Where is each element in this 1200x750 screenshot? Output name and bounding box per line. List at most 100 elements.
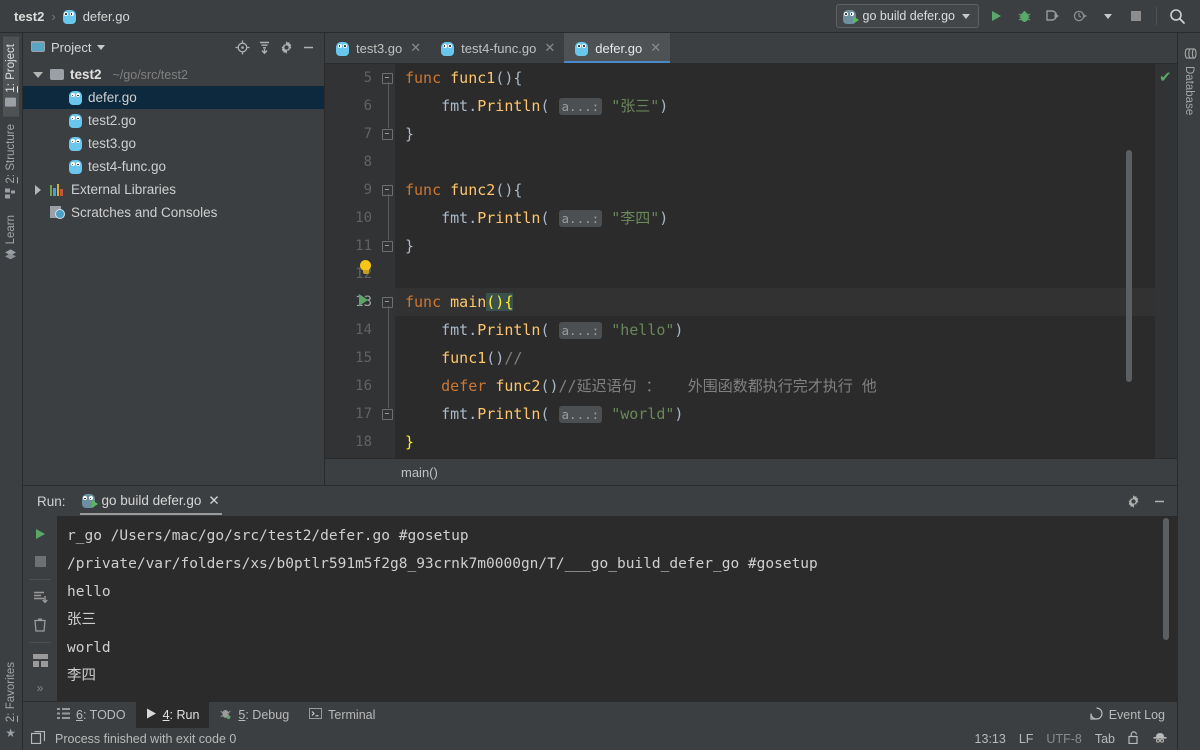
right-tool-rail: Database — [1177, 33, 1200, 750]
tree-row-scratches-and-consoles[interactable]: Scratches and Consoles — [23, 201, 324, 224]
code-line[interactable]: fmt.Println( a...: "张三") — [395, 92, 1155, 120]
tree-row-test2[interactable]: test2 ~/go/src/test2 — [23, 63, 324, 86]
gear-icon[interactable] — [276, 37, 296, 57]
fold-collapse-icon[interactable] — [382, 409, 393, 420]
caret-position[interactable]: 13:13 — [975, 732, 1006, 746]
sidebar-item-structure[interactable]: 2: Structure — [3, 117, 19, 208]
code-line[interactable] — [395, 260, 1155, 288]
code-token: func1 — [450, 69, 496, 87]
debug-icon[interactable] — [1013, 5, 1035, 27]
code-token: "hello" — [611, 321, 675, 339]
close-icon[interactable]: ✕ — [208, 493, 219, 509]
run-with-coverage-icon[interactable] — [1041, 5, 1063, 27]
left-rail-bottom-group: ★ 2: Favorites — [3, 655, 19, 746]
code-line[interactable]: func func1(){ — [395, 64, 1155, 92]
code-line[interactable]: func1()// — [395, 344, 1155, 372]
profiler-chevron-down-icon[interactable] — [1097, 5, 1119, 27]
code-area[interactable]: func func1(){ fmt.Println( a...: "张三") }… — [395, 64, 1155, 458]
run-panel-body: » r_go /Users/mac/go/src/test2/defer.go … — [23, 516, 1177, 701]
code-line[interactable]: } — [395, 120, 1155, 148]
run-session-tab[interactable]: go build defer.go ✕ — [76, 491, 224, 515]
chevron-down-icon[interactable] — [97, 44, 106, 50]
expand-arrow-icon[interactable] — [31, 71, 44, 78]
editor-gutter[interactable]: 5 6 7 8 9 10 11 12 13 14 15 16 17 18 — [325, 64, 381, 458]
stop-icon[interactable] — [27, 548, 53, 573]
run-icon[interactable] — [985, 5, 1007, 27]
tab-defer-go[interactable]: defer.go ✕ — [564, 33, 671, 63]
tree-row-test3-go[interactable]: test3.go — [23, 132, 324, 155]
code-line[interactable]: fmt.Println( a...: "world") — [395, 400, 1155, 428]
go-file-icon — [69, 159, 82, 174]
code-line[interactable]: func func2(){ — [395, 176, 1155, 204]
matched-brace: } — [405, 433, 415, 451]
stop-icon[interactable] — [1125, 5, 1147, 27]
console-line: world — [67, 640, 111, 656]
console-icon[interactable] — [30, 730, 46, 747]
hide-icon[interactable] — [298, 37, 318, 57]
sidebar-item-favorites[interactable]: ★ 2: Favorites — [3, 655, 19, 746]
parameter-hint: a...: — [558, 406, 603, 423]
fold-collapse-icon[interactable] — [382, 129, 393, 140]
code-line[interactable]: } — [395, 232, 1155, 260]
console-scrollbar[interactable] — [1163, 518, 1169, 640]
close-icon[interactable]: ✕ — [650, 40, 661, 56]
editor-breadcrumb-main[interactable]: main() — [401, 465, 438, 480]
locate-icon[interactable] — [232, 37, 252, 57]
file-encoding[interactable]: UTF-8 — [1046, 732, 1081, 746]
layout-icon[interactable] — [27, 648, 53, 673]
tool-window-run[interactable]: 4: Run — [135, 702, 210, 728]
tab-test4-func-go[interactable]: test4-func.go ✕ — [430, 33, 564, 63]
code-line[interactable]: } — [395, 428, 1155, 456]
tab-test3-go[interactable]: test3.go ✕ — [325, 33, 430, 63]
project-panel-actions — [232, 37, 318, 57]
tree-row-test2-go[interactable]: test2.go — [23, 109, 324, 132]
search-everywhere-icon[interactable] — [1166, 5, 1188, 27]
expand-arrow-icon[interactable] — [31, 184, 44, 195]
indent-setting[interactable]: Tab — [1095, 732, 1115, 746]
unlocked-icon[interactable] — [1128, 731, 1140, 747]
code-token: ) — [674, 321, 684, 339]
sidebar-item-database[interactable]: Database — [1181, 39, 1197, 122]
sidebar-item-project[interactable]: 1: Project — [3, 37, 19, 117]
clear-all-icon[interactable] — [27, 612, 53, 637]
status-bar-right: 13:13 LF UTF-8 Tab — [975, 731, 1177, 747]
editor-scrollbar[interactable] — [1126, 150, 1132, 382]
toolbar-divider — [29, 642, 51, 644]
project-tool-window: Project test2 ~/go/src/test2 defer.go te… — [23, 33, 325, 485]
fold-gutter[interactable] — [381, 64, 395, 458]
rerun-icon[interactable] — [27, 521, 53, 546]
close-icon[interactable]: ✕ — [544, 40, 555, 56]
event-log-button[interactable]: Event Log — [1090, 707, 1177, 723]
hide-icon[interactable] — [1149, 491, 1169, 511]
scroll-to-end-icon[interactable] — [27, 585, 53, 610]
run-configuration-selector[interactable]: go build defer.go — [835, 4, 979, 28]
tree-row-test4-func-go[interactable]: test4-func.go — [23, 155, 324, 178]
run-with-profiler-icon[interactable] — [1069, 5, 1091, 27]
code-line[interactable]: defer func2()//延迟语句 ： 外围函数都执行完才执行 他 — [395, 372, 1155, 400]
breadcrumb-file[interactable]: defer.go — [83, 9, 130, 24]
fold-collapse-icon[interactable] — [382, 241, 393, 252]
ok-check-icon[interactable]: ✔ — [1159, 70, 1172, 85]
intention-bulb-icon[interactable] — [359, 260, 372, 275]
collapse-all-icon[interactable] — [254, 37, 274, 57]
code-line[interactable]: fmt.Println( a...: "hello") — [395, 316, 1155, 344]
editor-marker-bar[interactable]: ✔ — [1155, 64, 1177, 458]
close-icon[interactable]: ✕ — [410, 40, 421, 56]
line-separator[interactable]: LF — [1019, 732, 1034, 746]
tree-row-defer-go[interactable]: defer.go — [23, 86, 324, 109]
expand-icon[interactable]: » — [27, 676, 53, 701]
sidebar-item-learn[interactable]: Learn — [3, 208, 19, 269]
code-line[interactable] — [395, 148, 1155, 176]
code-line-current[interactable]: func main(){ — [395, 288, 1155, 316]
tree-row-external-libraries[interactable]: External Libraries — [23, 178, 324, 201]
breadcrumb-project[interactable]: test2 — [14, 9, 44, 24]
tool-window-debug[interactable]: 5: Debug — [209, 702, 299, 728]
run-marker-icon[interactable] — [359, 294, 368, 306]
inspector-hat-icon[interactable] — [1153, 731, 1167, 747]
code-line[interactable]: fmt.Println( a...: "李四") — [395, 204, 1155, 232]
console-output[interactable]: r_go /Users/mac/go/src/test2/defer.go #g… — [57, 516, 1177, 701]
tool-window-todo[interactable]: 6: TODO — [47, 702, 136, 728]
code-token: fmt — [405, 321, 469, 339]
tool-window-terminal[interactable]: Terminal — [299, 702, 385, 728]
gear-icon[interactable] — [1123, 491, 1143, 511]
